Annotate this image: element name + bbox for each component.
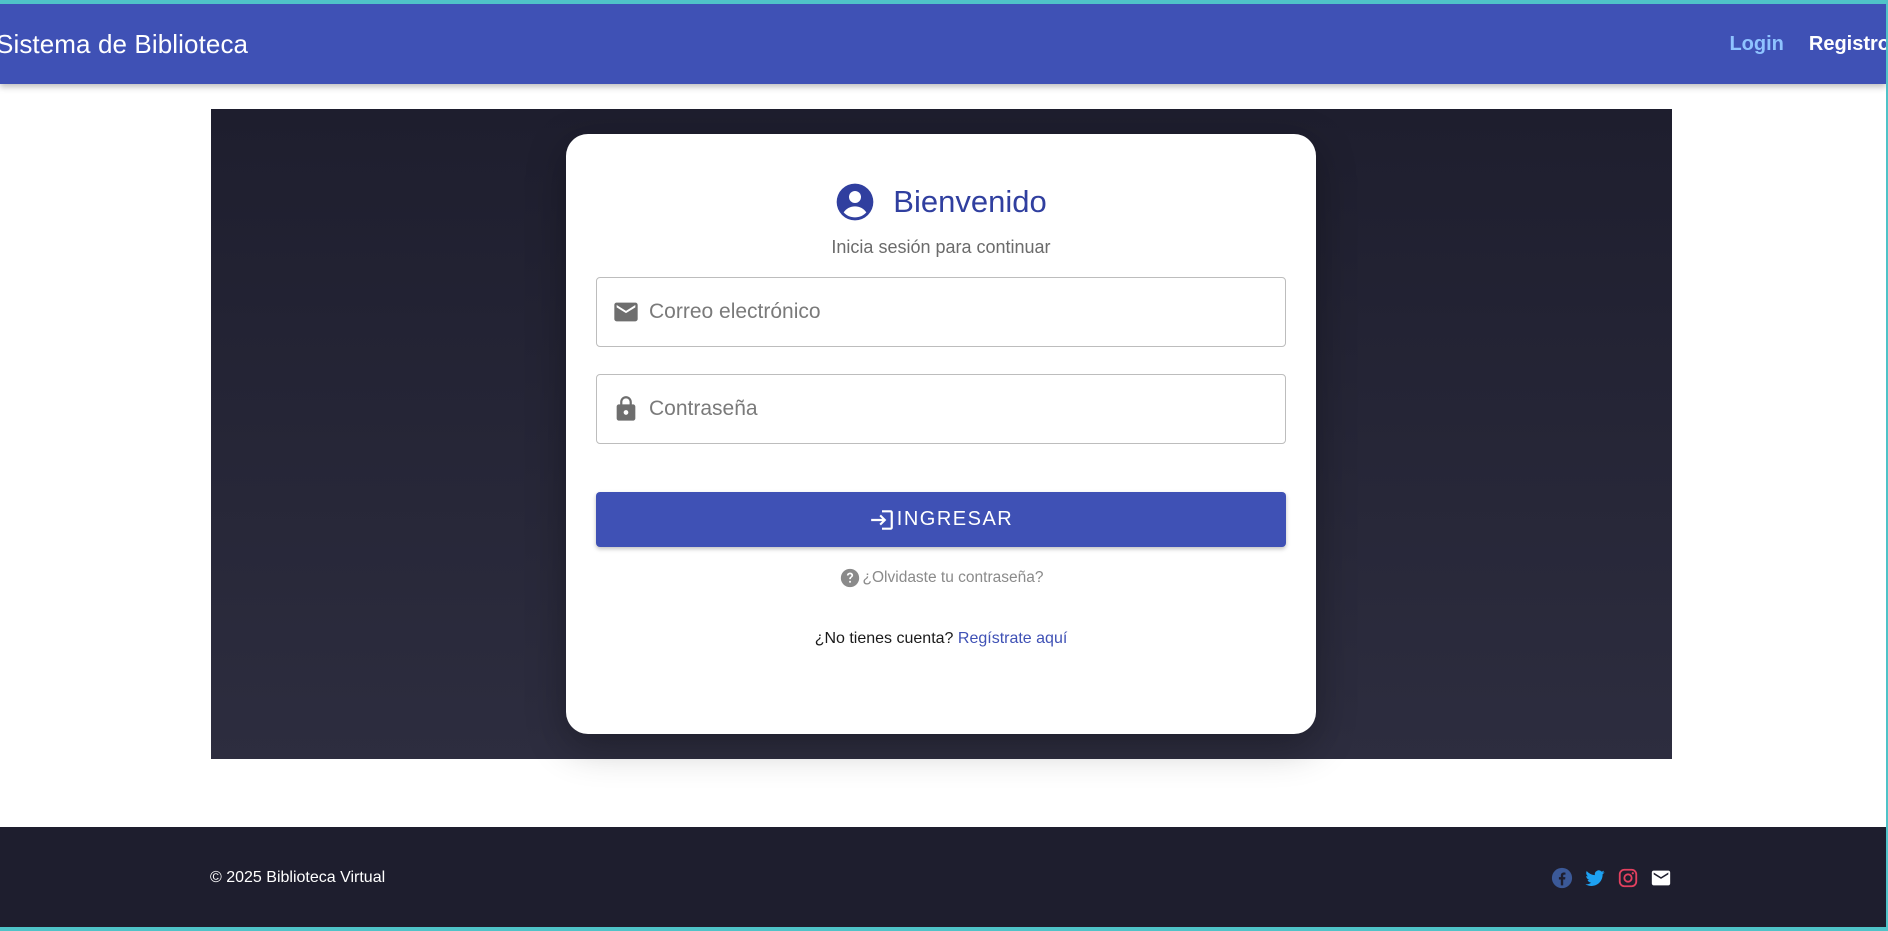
top-nav: Login Registro: [1704, 4, 1888, 84]
card-subtitle: Inicia sesión para continuar: [831, 237, 1051, 257]
app-bar: Sistema de Biblioteca Login Registro: [0, 4, 1888, 84]
login-submit-button[interactable]: INGRESAR: [596, 492, 1286, 547]
login-icon: [870, 509, 893, 530]
mail-icon: [614, 302, 638, 322]
login-submit-label: INGRESAR: [896, 508, 1014, 530]
forgot-password-link[interactable]: ¿Olvidaste tu contraseña?: [566, 567, 1316, 589]
account-circle-icon: [836, 183, 874, 221]
browser-frame: Sistema de Biblioteca Login Registro Bie…: [0, 0, 1888, 931]
login-card: Bienvenido Inicia sesión para continuar: [566, 134, 1316, 734]
nav-login-link[interactable]: Login: [1729, 33, 1783, 56]
page-viewport: Sistema de Biblioteca Login Registro Bie…: [0, 4, 1888, 927]
email-input[interactable]: [649, 300, 1249, 324]
instagram-icon[interactable]: [1617, 867, 1639, 889]
footer-copyright: © 2025 Biblioteca Virtual: [210, 869, 386, 886]
password-field[interactable]: [596, 374, 1286, 444]
lock-icon: [616, 396, 636, 421]
twitter-icon[interactable]: [1584, 867, 1606, 889]
email-icon[interactable]: [1650, 867, 1672, 889]
no-account-text: ¿No tienes cuenta?: [814, 630, 954, 647]
page-footer: © 2025 Biblioteca Virtual: [0, 827, 1886, 927]
brand-title: Sistema de Biblioteca: [0, 28, 249, 59]
card-title: Bienvenido: [893, 184, 1047, 219]
register-link[interactable]: Regístrate aquí: [958, 630, 1067, 647]
social-links: [1540, 867, 1672, 889]
forgot-password-label: ¿Olvidaste tu contraseña?: [862, 569, 1044, 586]
nav-register-link[interactable]: Registro: [1809, 33, 1888, 56]
card-header: Bienvenido: [566, 182, 1316, 222]
register-prompt: ¿No tienes cuenta? Regístrate aquí: [566, 630, 1316, 648]
help-circle-icon: [840, 568, 859, 588]
facebook-icon[interactable]: [1551, 867, 1573, 889]
password-input[interactable]: [649, 397, 1249, 421]
email-field[interactable]: [596, 277, 1286, 347]
